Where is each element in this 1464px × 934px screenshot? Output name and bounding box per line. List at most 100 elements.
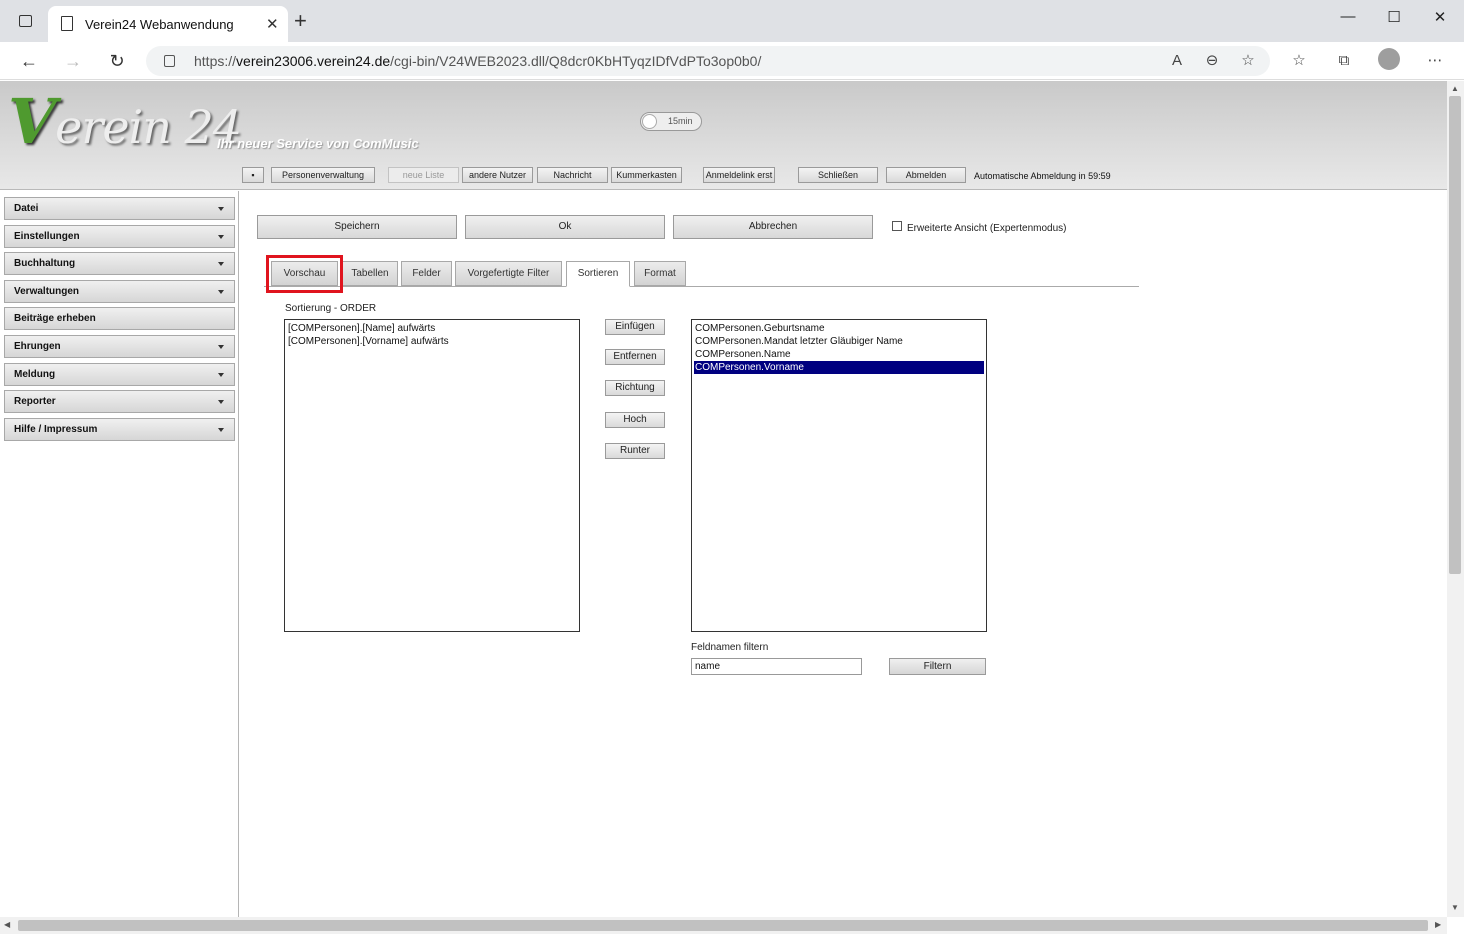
filtern-button[interactable]: Filtern bbox=[889, 658, 986, 675]
profile-avatar[interactable] bbox=[1378, 48, 1400, 70]
chevron-down-icon bbox=[218, 235, 224, 239]
sidebar-item-label: Einstellungen bbox=[14, 231, 80, 242]
sidebar: Datei Einstellungen Buchhaltung Verwaltu… bbox=[0, 191, 239, 917]
fields-listbox[interactable]: COMPersonen.Geburtsname COMPersonen.Mand… bbox=[691, 319, 987, 632]
horizontal-scroll-thumb[interactable] bbox=[18, 920, 1428, 931]
sidebar-item-meldung[interactable]: Meldung bbox=[4, 363, 235, 386]
sidebar-item-label: Verwaltungen bbox=[14, 286, 80, 297]
tab-vorgefertigte-filter[interactable]: Vorgefertigte Filter bbox=[455, 261, 562, 286]
list-item-selected[interactable]: COMPersonen.Vorname bbox=[694, 361, 984, 374]
list-item[interactable]: [COMPersonen].[Name] aufwärts bbox=[287, 322, 577, 335]
highlight-frame bbox=[266, 255, 343, 293]
menu-square-button[interactable]: ▪ bbox=[242, 167, 264, 183]
auto-logout-timer: Automatische Abmeldung in 59:59 bbox=[974, 171, 1111, 181]
tab-format[interactable]: Format bbox=[634, 261, 686, 286]
zoom-icon[interactable]: ⊖ bbox=[1201, 50, 1223, 72]
web-page: Verein 24 Ihr neuer Service von ComMusic… bbox=[0, 81, 1447, 917]
session-toggle[interactable]: 15min bbox=[640, 112, 702, 131]
verein24-logo: Verein 24 bbox=[8, 85, 242, 158]
tabs-baseline bbox=[264, 286, 1139, 287]
app-header: Verein 24 Ihr neuer Service von ComMusic… bbox=[0, 81, 1447, 190]
scroll-left-icon[interactable]: ◀ bbox=[4, 920, 10, 929]
collections-icon[interactable]: ⧉ bbox=[1333, 50, 1355, 72]
close-tab-icon[interactable]: ✕ bbox=[266, 15, 279, 33]
anmeldelink-button[interactable]: Anmeldelink erst bbox=[703, 167, 775, 183]
sort-order-label: Sortierung - ORDER bbox=[285, 303, 377, 314]
close-window-icon[interactable]: ✕ bbox=[1420, 8, 1460, 34]
address-toolbar: ← → ↻ https://verein23006.verein24.de/cg… bbox=[0, 42, 1464, 80]
list-item[interactable]: COMPersonen.Geburtsname bbox=[694, 322, 984, 335]
back-icon[interactable]: ← bbox=[16, 49, 42, 73]
tab-sortieren[interactable]: Sortieren bbox=[566, 261, 630, 287]
tab-actions-icon[interactable] bbox=[8, 6, 42, 36]
minimize-icon[interactable]: — bbox=[1328, 8, 1368, 34]
lock-icon[interactable] bbox=[164, 55, 175, 67]
toggle-knob bbox=[642, 114, 657, 129]
maximize-icon[interactable]: ☐ bbox=[1374, 8, 1414, 34]
list-item[interactable]: COMPersonen.Name bbox=[694, 348, 984, 361]
url-text[interactable]: https://verein23006.verein24.de/cgi-bin/… bbox=[194, 53, 761, 69]
browser-tab[interactable]: Verein24 Webanwendung ✕ bbox=[48, 6, 288, 42]
richtung-button[interactable]: Richtung bbox=[605, 380, 665, 396]
sidebar-item-label: Datei bbox=[14, 203, 39, 214]
sidebar-item-datei[interactable]: Datei bbox=[4, 197, 235, 220]
list-item[interactable]: [COMPersonen].[Vorname] aufwärts bbox=[287, 335, 577, 348]
schliessen-button[interactable]: Schließen bbox=[798, 167, 878, 183]
sidebar-item-label: Beiträge erheben bbox=[14, 313, 96, 324]
sidebar-item-hilfe-impressum[interactable]: Hilfe / Impressum bbox=[4, 418, 235, 441]
hoch-button[interactable]: Hoch bbox=[605, 412, 665, 428]
favorites-icon[interactable]: ☆ bbox=[1288, 50, 1310, 72]
sidebar-item-reporter[interactable]: Reporter bbox=[4, 390, 235, 413]
new-tab-button[interactable]: + bbox=[294, 10, 307, 32]
filter-label: Feldnamen filtern bbox=[691, 642, 769, 653]
speichern-button[interactable]: Speichern bbox=[257, 215, 457, 239]
abbrechen-button[interactable]: Abbrechen bbox=[673, 215, 873, 239]
chevron-down-icon bbox=[218, 345, 224, 349]
chevron-down-icon bbox=[218, 428, 224, 432]
url-bar[interactable]: https://verein23006.verein24.de/cgi-bin/… bbox=[146, 46, 1270, 76]
toggle-label: 15min bbox=[668, 116, 693, 126]
chevron-down-icon bbox=[218, 290, 224, 294]
sidebar-item-label: Hilfe / Impressum bbox=[14, 424, 98, 435]
chevron-down-icon bbox=[218, 400, 224, 404]
tab-tabellen[interactable]: Tabellen bbox=[342, 261, 398, 286]
scroll-up-icon[interactable]: ▲ bbox=[1451, 84, 1459, 93]
reload-icon[interactable]: ↻ bbox=[104, 49, 130, 73]
sort-order-listbox[interactable]: [COMPersonen].[Name] aufwärts [COMPerson… bbox=[284, 319, 580, 632]
chevron-down-icon bbox=[218, 262, 224, 266]
sidebar-item-label: Ehrungen bbox=[14, 341, 61, 352]
expert-mode-checkbox[interactable] bbox=[892, 221, 902, 231]
forward-icon[interactable]: → bbox=[60, 49, 86, 73]
filter-input[interactable] bbox=[691, 658, 862, 675]
sidebar-item-verwaltungen[interactable]: Verwaltungen bbox=[4, 280, 235, 303]
runter-button[interactable]: Runter bbox=[605, 443, 665, 459]
slogan: Ihr neuer Service von ComMusic bbox=[217, 136, 419, 151]
sidebar-item-einstellungen[interactable]: Einstellungen bbox=[4, 225, 235, 248]
entfernen-button[interactable]: Entfernen bbox=[605, 349, 665, 365]
sidebar-item-buchhaltung[interactable]: Buchhaltung bbox=[4, 252, 235, 275]
chevron-down-icon bbox=[218, 207, 224, 211]
abmelden-button[interactable]: Abmelden bbox=[886, 167, 966, 183]
read-aloud-icon[interactable]: A bbox=[1166, 50, 1188, 72]
list-item[interactable]: COMPersonen.Mandat letzter Gläubiger Nam… bbox=[694, 335, 984, 348]
chevron-down-icon bbox=[218, 373, 224, 377]
kummerkasten-button[interactable]: Kummerkasten bbox=[611, 167, 682, 183]
more-icon[interactable]: ⋯ bbox=[1424, 50, 1446, 72]
vertical-scroll-thumb[interactable] bbox=[1449, 96, 1461, 574]
tab-title: Verein24 Webanwendung bbox=[85, 17, 234, 32]
einfuegen-button[interactable]: Einfügen bbox=[605, 319, 665, 335]
sidebar-item-beitraege-erheben[interactable]: Beiträge erheben bbox=[4, 307, 235, 330]
scroll-right-icon[interactable]: ▶ bbox=[1435, 920, 1441, 929]
scroll-down-icon[interactable]: ▼ bbox=[1451, 903, 1459, 912]
add-favorite-icon[interactable]: ☆ bbox=[1237, 50, 1259, 72]
sidebar-item-label: Buchhaltung bbox=[14, 258, 76, 269]
ok-button[interactable]: Ok bbox=[465, 215, 665, 239]
browser-tab-bar: Verein24 Webanwendung ✕ + — ☐ ✕ bbox=[0, 0, 1464, 42]
sidebar-item-label: Meldung bbox=[14, 369, 56, 380]
nachricht-button[interactable]: Nachricht bbox=[537, 167, 608, 183]
andere-nutzer-button[interactable]: andere Nutzer bbox=[462, 167, 533, 183]
neue-liste-button[interactable]: neue Liste bbox=[388, 167, 459, 183]
tab-felder[interactable]: Felder bbox=[401, 261, 452, 286]
personenverwaltung-button[interactable]: Personenverwaltung bbox=[271, 167, 375, 183]
sidebar-item-ehrungen[interactable]: Ehrungen bbox=[4, 335, 235, 358]
